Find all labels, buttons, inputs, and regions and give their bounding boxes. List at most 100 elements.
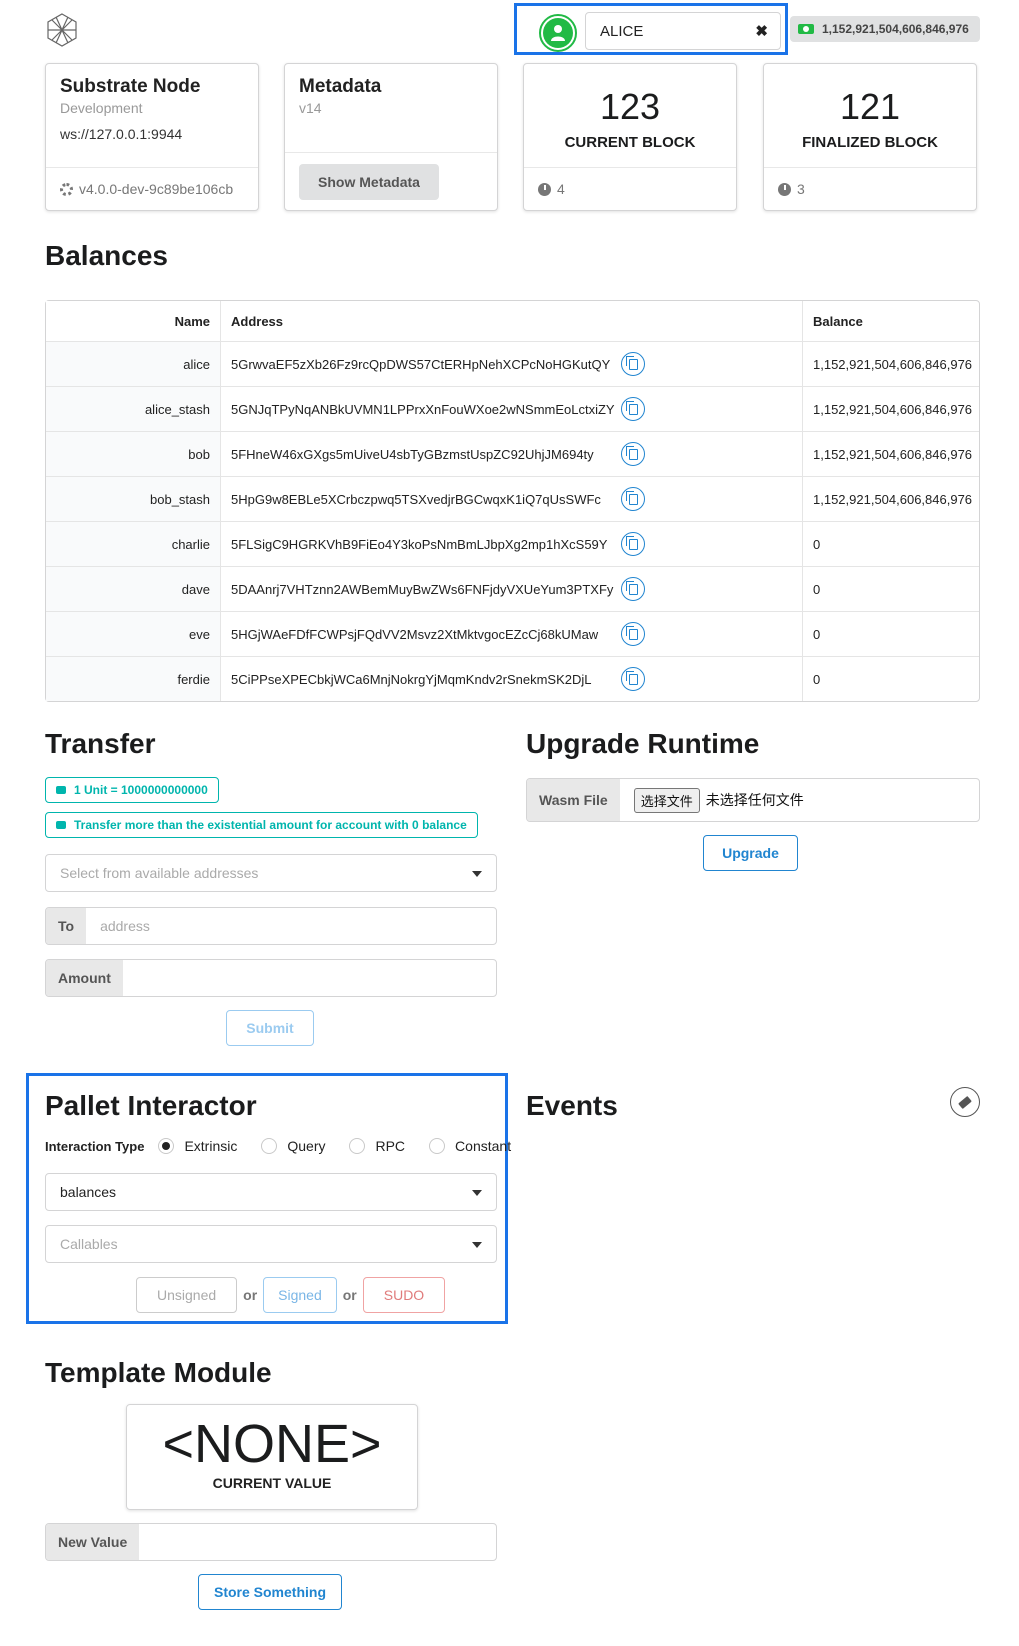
row-name: alice_stash	[46, 387, 221, 431]
row-balance: 1,152,921,504,606,846,976	[813, 446, 973, 462]
new-value-label: New Value	[46, 1524, 140, 1560]
row-name: bob_stash	[46, 477, 221, 521]
upgrade-heading: Upgrade Runtime	[526, 728, 760, 759]
current-value: <NONE>	[162, 1414, 382, 1474]
row-address-cell: 5CiPPseXPECbkjWCa6MnjNokrgYjMqmKndv2rSne…	[221, 657, 803, 701]
upgrade-button[interactable]: Upgrade	[703, 835, 798, 871]
row-address-cell: 5DAAnrj7VHTznn2AWBemMuyBwZWs6FNFjdyVXUeY…	[221, 567, 803, 611]
node-version-row: v4.0.0-dev-9c89be106cb	[46, 167, 258, 210]
new-value-input[interactable]	[139, 1524, 496, 1560]
account-balance-badge: 1,152,921,504,606,846,976	[790, 16, 980, 42]
row-address-cell: 5HpG9w8EBLe5XCrbczpwq5TSXvedjrBGCwqxK1iQ…	[221, 477, 803, 521]
copy-icon[interactable]	[621, 667, 645, 691]
radio-constant[interactable]	[429, 1138, 446, 1154]
row-address: 5CiPPseXPECbkjWCa6MnjNokrgYjMqmKndv2rSne…	[231, 671, 592, 687]
caret-down-icon	[472, 871, 482, 877]
store-something-button[interactable]: Store Something	[198, 1574, 342, 1610]
copy-icon[interactable]	[621, 622, 645, 646]
row-name: ferdie	[46, 657, 221, 701]
node-version: v4.0.0-dev-9c89be106cb	[79, 181, 234, 197]
radio-query[interactable]	[261, 1138, 278, 1154]
copy-icon[interactable]	[621, 352, 645, 376]
finalized-block-card: 121 FINALIZED BLOCK 3	[763, 63, 977, 211]
sudo-button[interactable]: SUDO	[362, 1277, 446, 1313]
table-row: charlie 5FLSigC9HGRKVhB9FiEo4Y3koPsNmBmL…	[46, 521, 979, 566]
account-avatar-icon[interactable]	[539, 14, 577, 52]
to-address-field: To address	[45, 907, 497, 945]
amount-field: Amount	[45, 959, 497, 997]
copy-icon[interactable]	[621, 397, 645, 421]
choose-file-button[interactable]: 选择文件	[633, 787, 700, 813]
submit-transfer-button[interactable]: Submit	[226, 1010, 314, 1046]
caret-down-icon	[472, 1190, 482, 1196]
interaction-type-label: Interaction Type	[45, 1138, 145, 1154]
wasm-file-input[interactable]: 选择文件 未选择任何文件	[620, 779, 979, 821]
signed-button[interactable]: Signed	[263, 1277, 337, 1313]
radio-rpc-label: RPC	[375, 1138, 406, 1154]
callables-dropdown[interactable]: Callables	[45, 1225, 497, 1263]
row-balance: 1,152,921,504,606,846,976	[813, 491, 973, 507]
node-chain: Development	[60, 100, 143, 116]
pallet-heading: Pallet Interactor	[45, 1090, 257, 1121]
substrate-logo	[44, 12, 80, 48]
clock-icon	[778, 182, 791, 196]
account-dropdown[interactable]: ALICE ✖	[585, 12, 781, 50]
metadata-title: Metadata	[299, 76, 382, 97]
copy-icon[interactable]	[621, 577, 645, 601]
unit-note-label: 1 Unit = 1000000000000	[45, 777, 219, 803]
clear-events-button[interactable]	[950, 1087, 980, 1117]
table-row: dave 5DAAnrj7VHTznn2AWBemMuyBwZWs6FNFjdy…	[46, 566, 979, 611]
finalized-block-value: 121	[839, 86, 901, 127]
row-balance: 1,152,921,504,606,846,976	[813, 356, 973, 372]
row-name: dave	[46, 567, 221, 611]
row-address-cell: 5HGjWAeFDfFCWPsjFQdVV2Msvz2XtMktvgocEZcC…	[221, 612, 803, 656]
radio-query-label: Query	[287, 1138, 326, 1154]
row-address-cell: 5GrwvaEF5zXb26Fz9rcQpDWS57CtERHpNehXCPcN…	[221, 342, 803, 386]
file-status: 未选择任何文件	[705, 792, 804, 808]
or-divider: or	[342, 1287, 357, 1303]
gear-icon	[60, 182, 73, 196]
metadata-card: Metadata v14 Show Metadata	[284, 63, 498, 211]
row-address: 5GrwvaEF5zXb26Fz9rcQpDWS57CtERHpNehXCPcN…	[231, 356, 611, 372]
new-value-field: New Value	[45, 1523, 497, 1561]
to-address-input[interactable]: address	[86, 908, 496, 944]
row-address: 5FHneW46xGXgs5mUiveU4sbTyGBzmstUspZC92Uh…	[231, 446, 594, 462]
copy-icon[interactable]	[621, 442, 645, 466]
radio-rpc[interactable]	[349, 1138, 366, 1154]
pallet-dropdown[interactable]: balances	[45, 1173, 497, 1211]
radio-extrinsic-label: Extrinsic	[184, 1138, 238, 1154]
pallet-value: balances	[60, 1184, 117, 1200]
existential-note-label: Transfer more than the existential amoun…	[45, 812, 478, 838]
or-divider: or	[243, 1287, 258, 1303]
account-balance: 1,152,921,504,606,846,976	[822, 22, 969, 36]
row-balance: 0	[813, 581, 821, 597]
copy-icon[interactable]	[621, 487, 645, 511]
amount-input[interactable]	[123, 960, 496, 996]
row-name: charlie	[46, 522, 221, 566]
eraser-icon	[958, 1095, 972, 1109]
wasm-file-label: Wasm File	[527, 779, 620, 821]
current-block-value: 123	[599, 86, 661, 127]
hand-point-right-icon	[56, 786, 66, 794]
copy-icon[interactable]	[621, 532, 645, 556]
row-address-cell: 5FLSigC9HGRKVhB9FiEo4Y3koPsNmBmLJbpXg2mp…	[221, 522, 803, 566]
events-heading: Events	[526, 1090, 618, 1121]
clear-icon[interactable]: ✖	[755, 22, 768, 40]
table-row: bob 5FHneW46xGXgs5mUiveU4sbTyGBzmstUspZC…	[46, 431, 979, 476]
radio-extrinsic[interactable]	[158, 1138, 175, 1154]
column-address: Address	[221, 301, 803, 341]
show-metadata-button[interactable]: Show Metadata	[299, 164, 439, 200]
row-balance: 1,152,921,504,606,846,976	[813, 401, 973, 417]
from-address-dropdown[interactable]: Select from available addresses	[45, 854, 497, 892]
from-address-placeholder: Select from available addresses	[60, 865, 259, 881]
table-row: alice_stash 5GNJqTPyNqANBkUVMN1LPPrxXnFo…	[46, 386, 979, 431]
unsigned-button[interactable]: Unsigned	[136, 1277, 238, 1313]
interaction-type-group: Interaction Type Extrinsic Query RPC Con…	[45, 1138, 525, 1154]
table-row: bob_stash 5HpG9w8EBLe5XCrbczpwq5TSXvedjr…	[46, 476, 979, 521]
row-name: bob	[46, 432, 221, 476]
current-block-timer: 4	[557, 181, 565, 197]
column-balance: Balance	[813, 313, 863, 329]
metadata-extra: Show Metadata	[285, 152, 497, 210]
amount-label: Amount	[46, 960, 123, 996]
balances-table: Name Address Balance alice 5GrwvaEF5zXb2…	[45, 300, 980, 702]
